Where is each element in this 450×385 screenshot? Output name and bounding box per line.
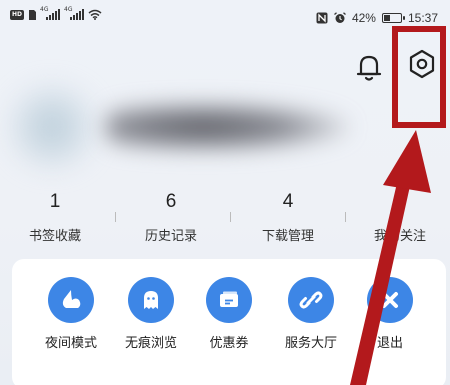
battery-percent: 42%	[351, 11, 376, 25]
stat-count: 0	[394, 191, 406, 212]
stat-count: 1	[49, 191, 61, 212]
divider	[230, 212, 231, 222]
ghost-icon	[128, 277, 174, 323]
sim-icon	[29, 9, 37, 20]
stats-row: 1 书签收藏 6 历史记录 4 下载管理 0 我的关注	[0, 190, 450, 250]
tool-label: 退出	[376, 336, 403, 351]
stat-label: 书签收藏	[28, 229, 81, 244]
stat-bookmarks[interactable]: 1 书签收藏	[5, 190, 105, 244]
stat-downloads[interactable]: 4 下载管理	[238, 190, 338, 244]
tool-logout[interactable]: 退出	[350, 277, 430, 351]
hd-badge: HD	[10, 9, 25, 20]
stat-label: 下载管理	[261, 229, 314, 244]
night-mode-icon	[48, 277, 94, 323]
tool-service-hall[interactable]: 服务大厅	[271, 277, 351, 351]
stat-label: 我的关注	[373, 229, 426, 244]
link-icon	[288, 277, 334, 323]
battery-icon	[381, 13, 405, 23]
username-blurred[interactable]	[105, 101, 350, 153]
tool-night-mode[interactable]: 夜间模式	[31, 277, 111, 351]
stat-following[interactable]: 0 我的关注	[350, 190, 450, 244]
stat-count: 4	[282, 191, 294, 212]
signal-icon-2: 4G	[64, 6, 85, 20]
nfc-icon	[316, 12, 328, 24]
clock: 15:37	[407, 11, 438, 25]
stat-history[interactable]: 6 历史记录	[121, 190, 221, 244]
tool-label: 夜间模式	[44, 336, 97, 351]
divider	[115, 212, 116, 222]
avatar[interactable]	[6, 84, 98, 170]
wifi-icon	[88, 9, 102, 20]
highlight-box	[392, 26, 446, 128]
tool-label: 优惠券	[209, 336, 249, 351]
tool-coupon[interactable]: 优惠券	[189, 277, 269, 351]
tool-label: 无痕浏览	[124, 336, 177, 351]
divider	[345, 212, 346, 222]
tool-label: 服务大厅	[284, 336, 337, 351]
coupon-icon	[206, 277, 252, 323]
bell-icon[interactable]	[352, 50, 386, 84]
close-icon	[367, 277, 413, 323]
stat-count: 6	[165, 191, 177, 212]
tool-incognito[interactable]: 无痕浏览	[111, 277, 191, 351]
status-bar: HD 4G 4G 42% 15:37	[0, 0, 450, 30]
stat-label: 历史记录	[144, 229, 197, 244]
alarm-icon	[334, 12, 346, 23]
signal-icon: 4G	[40, 6, 61, 20]
